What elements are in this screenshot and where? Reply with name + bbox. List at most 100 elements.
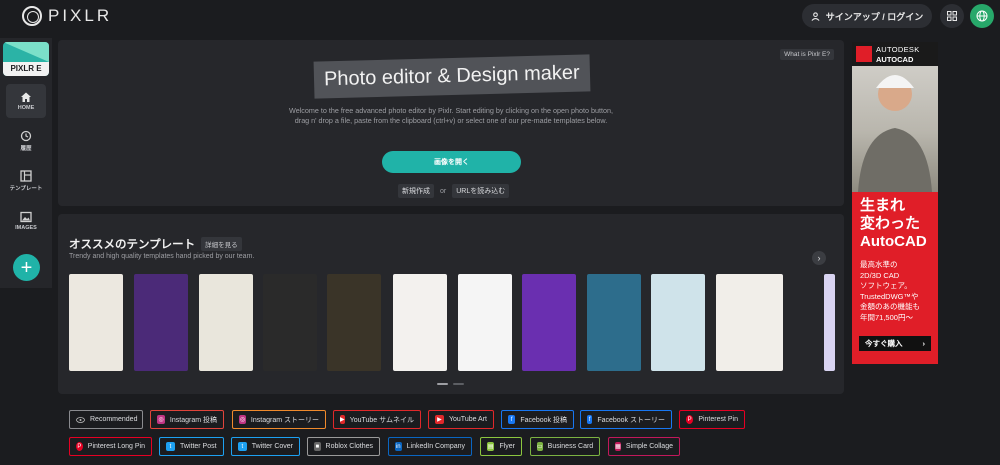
ad-body: 最高水準の 2D/3D CAD ソフトウェア。 TrustedDWG™や 金額の… [860,260,938,323]
tag-label: Flyer [499,443,515,450]
sidebar-item-label: IMAGES [15,225,37,231]
template-thumbnail[interactable] [458,274,512,371]
linkedin-icon: in [395,442,402,451]
signup-login-button[interactable]: サインアップ / ログイン [802,4,932,28]
template-thumbnail[interactable] [824,274,835,371]
sidebar-item-home[interactable]: HOME [6,84,46,118]
sidebar-item-label: 履歴 [20,146,32,152]
or-text: or [440,187,447,195]
template-thumbnail[interactable] [522,274,576,371]
twitter-icon: t [166,442,175,451]
template-thumbnail[interactable] [327,274,381,371]
tag-label: Instagram ストーリー [250,416,319,424]
instagram-icon: ◎ [157,415,165,424]
ad-headline-line: 生まれ [860,197,906,214]
templates-subtitle: Trendy and high quality templates hand p… [69,253,255,260]
tag-roblox-clothes[interactable]: ■ Roblox Clothes [307,437,380,456]
template-thumbnail[interactable] [263,274,317,371]
eye-icon [76,415,85,424]
tag-label: YouTube サムネイル [349,416,414,424]
carousel-dot[interactable] [453,383,464,385]
what-is-pixlr-link[interactable]: What is Pixlr E? [780,49,834,60]
tag-pinterest-pin[interactable]: P Pinterest Pin [679,410,745,429]
top-bar: PIXLR サインアップ / ログイン [0,0,1000,34]
apps-grid-button[interactable] [940,4,964,28]
pinterest-icon: P [76,442,83,451]
history-icon [20,130,32,142]
flyer-icon: ▤ [487,442,495,451]
tag-label: LinkedIn Company [406,443,465,450]
ad-body-line: 2D/3D CAD [860,270,900,280]
ad-buy-now-button[interactable]: 今すぐ購入 › [859,336,931,351]
load-url-link[interactable]: URLを読み込む [452,184,510,198]
hero-panel: What is Pixlr E? Photo editor & Design m… [58,40,844,206]
template-thumbnail[interactable] [393,274,447,371]
sidebar-item-label: HOME [17,105,35,111]
sidebar-item-history[interactable]: 履歴 [6,124,46,158]
ad-body-line: TrustedDWG™や [860,291,919,301]
tag-facebook-story[interactable]: f Facebook ストーリー [580,410,672,429]
pixlr-logo-icon [22,6,42,26]
tag-label: Twitter Cover [251,443,293,450]
image-icon [20,211,32,223]
tag-label: Pinterest Long Pin [87,443,145,450]
collage-icon: ▦ [615,442,621,451]
tag-label: Roblox Clothes [325,443,373,450]
open-image-button[interactable]: 画像を開く [382,151,521,173]
pinterest-icon: P [686,415,694,424]
autocad-advertisement[interactable]: AUTODESK AUTOCAD 生まれ 変わった AutoCAD 最高水準の … [852,42,938,364]
ad-headline-line: AutoCAD [860,233,927,250]
sidebar-item-templates[interactable]: テンプレート [6,164,46,198]
business-card-icon: ▭ [537,442,543,451]
tag-linkedin-company[interactable]: in LinkedIn Company [388,437,472,456]
logo-text: PIXLR [48,6,113,25]
sidebar-item-images[interactable]: IMAGES [6,204,46,238]
user-icon [811,11,820,21]
youtube-icon: ▶ [340,415,345,424]
tag-label: Facebook 投稿 [520,416,567,424]
tag-youtube-art[interactable]: ▶ YouTube Art [428,410,494,429]
add-button[interactable]: + [13,254,40,281]
tag-youtube-thumbnail[interactable]: ▶ YouTube サムネイル [333,410,421,429]
ad-brand-line1: AUTODESK [876,45,920,54]
tag-twitter-post[interactable]: t Twitter Post [159,437,224,456]
pixlr-logo[interactable]: PIXLR [22,6,112,26]
signup-label: サインアップ / ログイン [825,11,924,22]
ad-body-line: 金額のあの機能も [860,302,920,311]
tag-twitter-cover[interactable]: t Twitter Cover [231,437,300,456]
tag-pinterest-long-pin[interactable]: P Pinterest Long Pin [69,437,152,456]
tag-facebook-post[interactable]: f Facebook 投稿 [501,410,574,429]
template-thumbnail[interactable] [716,274,783,371]
create-new-link[interactable]: 新規作成 [398,184,434,198]
carousel-indicator [437,383,464,385]
tag-label: Pinterest Pin [698,416,738,423]
grid-icon [947,11,957,21]
language-button[interactable] [970,4,994,28]
templates-more-link[interactable]: 詳細を見る [201,237,242,251]
tag-recommended[interactable]: Recommended [69,410,143,429]
templates-next-button[interactable]: › [812,251,826,265]
templates-title: オススメのテンプレート [69,239,196,251]
template-thumbnail[interactable] [651,274,705,371]
tag-instagram-story[interactable]: ◎ Instagram ストーリー [232,410,326,429]
template-thumbnail[interactable] [69,274,123,371]
tag-simple-collage[interactable]: ▦ Simple Collage [608,437,680,456]
pixlr-e-badge[interactable]: PIXLR E [3,42,49,76]
facebook-icon: f [587,415,593,424]
facebook-icon: f [508,415,516,424]
badge-decoration [3,42,49,62]
twitter-icon: t [238,442,247,451]
globe-icon [976,10,988,22]
carousel-dot[interactable] [437,383,448,385]
tag-label: Simple Collage [625,443,673,450]
template-thumbnail[interactable] [587,274,641,371]
tag-instagram-post[interactable]: ◎ Instagram 投稿 [150,410,224,429]
templates-header: オススメのテンプレート 詳細を見る [69,236,242,252]
template-thumbnail[interactable] [199,274,253,371]
hard-hat [876,75,914,88]
tag-business-card[interactable]: ▭ Business Card [530,437,600,456]
tag-flyer[interactable]: ▤ Flyer [480,437,522,456]
ad-headline: 生まれ 変わった AutoCAD [860,197,927,251]
template-thumbnail[interactable] [134,274,188,371]
left-sidebar: PIXLR E HOME 履歴 テンプレート IMAGES + [0,38,52,288]
